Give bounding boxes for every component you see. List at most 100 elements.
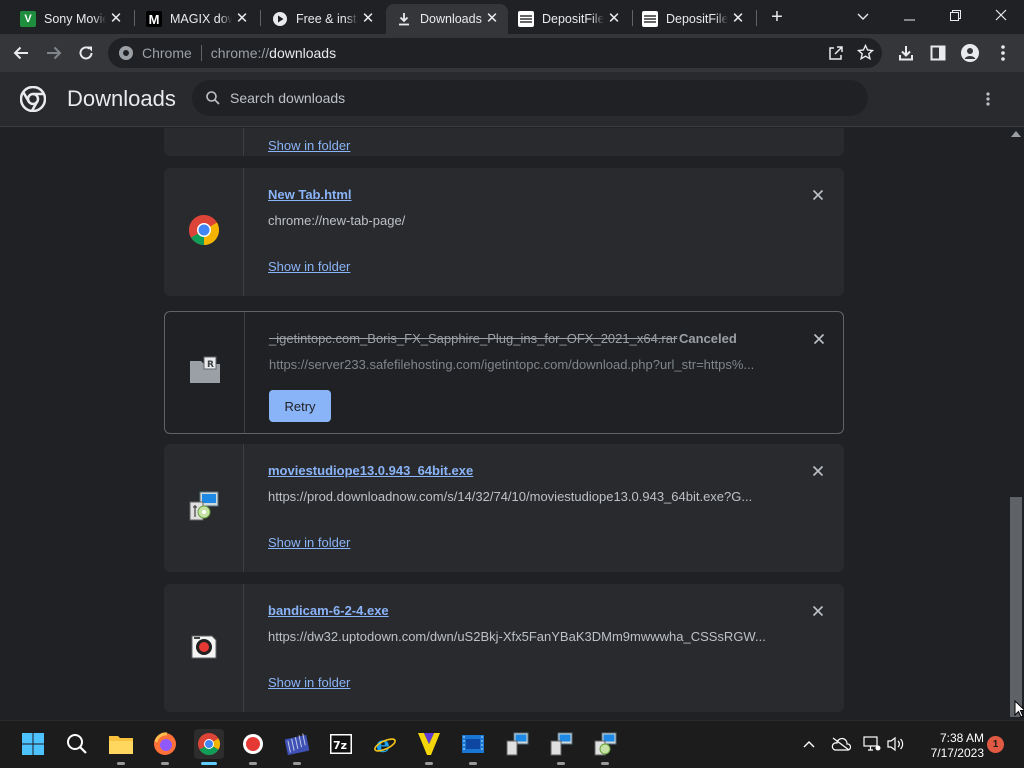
search-icon[interactable] [62, 729, 92, 759]
file-url: https://prod.downloadnow.com/s/14/32/74/… [268, 489, 753, 504]
taskbar-clock[interactable]: 7:38 AM 7/17/2023 [914, 731, 984, 761]
video-editor-icon[interactable] [458, 729, 488, 765]
search-downloads-box[interactable] [192, 80, 868, 116]
close-tab-icon[interactable]: ✕ [108, 11, 124, 27]
chrome-icon[interactable] [194, 729, 224, 765]
file-name-link[interactable]: New Tab.html [268, 187, 352, 202]
notification-badge[interactable]: 1 [987, 736, 1004, 753]
tab-title: Free & instant [296, 12, 358, 26]
back-button[interactable] [8, 40, 34, 66]
mouse-pointer-icon [1014, 699, 1024, 723]
file-explorer-icon[interactable] [106, 729, 136, 765]
restore-button[interactable] [932, 2, 978, 30]
tab-free-instant[interactable]: Free & instant ✕ [262, 4, 384, 34]
file-url: chrome://new-tab-page/ [268, 213, 406, 228]
search-icon [206, 91, 220, 105]
scroll-up-arrow-icon[interactable] [1011, 131, 1021, 137]
tab-magix[interactable]: M MAGIX download ✕ [136, 4, 258, 34]
show-in-folder-link[interactable]: Show in folder [268, 138, 350, 153]
share-icon[interactable] [828, 45, 844, 66]
magix-m-icon: M [146, 11, 162, 27]
chrome-small-icon [119, 46, 133, 60]
start-icon[interactable] [18, 729, 48, 759]
installer-icon[interactable] [546, 729, 576, 765]
site-info[interactable]: Chrome [118, 45, 192, 61]
tab-depositfiles-1[interactable]: DepositFiles ✕ [508, 4, 630, 34]
bookmark-star-icon[interactable] [856, 43, 875, 66]
site-label: Chrome [142, 45, 192, 61]
remove-item-icon[interactable] [809, 186, 827, 204]
svg-text:R: R [207, 360, 214, 370]
tab-title: DepositFiles [666, 12, 728, 26]
play-circle-icon [272, 11, 288, 27]
close-window-button[interactable] [978, 2, 1024, 30]
scrollbar-thumb[interactable] [1010, 497, 1022, 717]
download-icon [396, 11, 412, 27]
downloads-toolbar-icon[interactable] [893, 40, 919, 66]
tab-downloads[interactable]: Downloads ✕ [386, 4, 508, 34]
bandicam-icon [188, 630, 220, 667]
browser-toolbar: Chrome chrome://downloads [0, 34, 1024, 72]
installer-icon[interactable] [502, 729, 532, 759]
close-tab-icon[interactable]: ✕ [606, 11, 622, 27]
firefox-icon[interactable] [150, 729, 180, 765]
tab-title: DepositFiles [542, 12, 604, 26]
installer-exe-icon [188, 490, 220, 527]
url-text: chrome://downloads [210, 45, 337, 61]
file-name: _igetintopc.com_Boris_FX_Sapphire_Plug_i… [269, 331, 678, 346]
7zip-icon[interactable]: 7z [326, 729, 356, 759]
chrome-logo-icon [188, 214, 220, 251]
retry-button[interactable]: Retry [269, 390, 331, 422]
show-hidden-icons-chevron-icon[interactable] [798, 733, 820, 755]
bandicam-record-icon[interactable] [238, 729, 268, 765]
show-in-folder-link[interactable]: Show in folder [268, 535, 350, 550]
download-card-canceled: R _igetintopc.com_Boris_FX_Sapphire_Plug… [164, 311, 844, 434]
file-icon-column [164, 444, 244, 572]
close-tab-icon[interactable]: ✕ [730, 11, 746, 27]
green-v-icon: V [20, 11, 36, 27]
chrome-menu-icon[interactable] [990, 40, 1016, 66]
close-tab-icon[interactable]: ✕ [234, 11, 250, 27]
tab-sony-movie[interactable]: V Sony Movie Studio ✕ [10, 4, 132, 34]
more-actions-icon[interactable] [986, 92, 990, 111]
tab-title: Downloads [420, 12, 482, 26]
file-name-link[interactable]: bandicam-6-2-4.exe [268, 603, 389, 618]
tab-depositfiles-2[interactable]: DepositFiles ✕ [632, 4, 754, 34]
winrar-archive-icon: R [189, 356, 221, 389]
close-tab-icon[interactable]: ✕ [484, 11, 500, 27]
tab-title: Sony Movie Studio [44, 12, 106, 26]
windows-taskbar: 7z e 7:38 AM 7/17/2023 1 [0, 720, 1024, 768]
forward-button[interactable] [41, 40, 67, 66]
close-tab-icon[interactable]: ✕ [360, 11, 376, 27]
chrome-logo-icon [19, 85, 47, 117]
clock-time: 7:38 AM [939, 731, 984, 745]
downloads-list: Show in folder New Tab.html chrome://new… [0, 128, 1008, 720]
profile-avatar-icon[interactable] [957, 40, 983, 66]
minimize-button[interactable] [886, 2, 932, 30]
tab-title: MAGIX download [170, 12, 232, 26]
show-in-folder-link[interactable]: Show in folder [268, 259, 350, 274]
search-input[interactable] [230, 90, 830, 106]
network-icon[interactable] [861, 733, 883, 755]
file-name-link[interactable]: moviestudiope13.0.943_64bit.exe [268, 463, 473, 478]
status-label: Canceled [679, 331, 737, 346]
remove-item-icon[interactable] [809, 462, 827, 480]
remove-item-icon[interactable] [810, 330, 828, 348]
remove-item-icon[interactable] [809, 602, 827, 620]
file-icon-column: R [165, 312, 245, 433]
volume-icon[interactable] [885, 733, 907, 755]
download-card: bandicam-6-2-4.exe https://dw32.uptodown… [164, 584, 844, 712]
side-panel-icon[interactable] [925, 40, 951, 66]
new-tab-button[interactable]: + [766, 6, 788, 28]
installer-icon[interactable] [590, 729, 620, 765]
internet-explorer-icon[interactable]: e [370, 729, 400, 759]
download-card: New Tab.html chrome://new-tab-page/ Show… [164, 168, 844, 296]
movie-studio-icon[interactable] [282, 729, 312, 765]
onedrive-offline-icon[interactable] [830, 733, 852, 755]
show-in-folder-link[interactable]: Show in folder [268, 675, 350, 690]
reload-button[interactable] [73, 40, 99, 66]
page-title: Downloads [67, 86, 176, 111]
tab-search-icon[interactable] [840, 2, 886, 30]
address-bar[interactable]: Chrome chrome://downloads [108, 38, 882, 68]
magix-vegas-icon[interactable] [414, 729, 444, 765]
